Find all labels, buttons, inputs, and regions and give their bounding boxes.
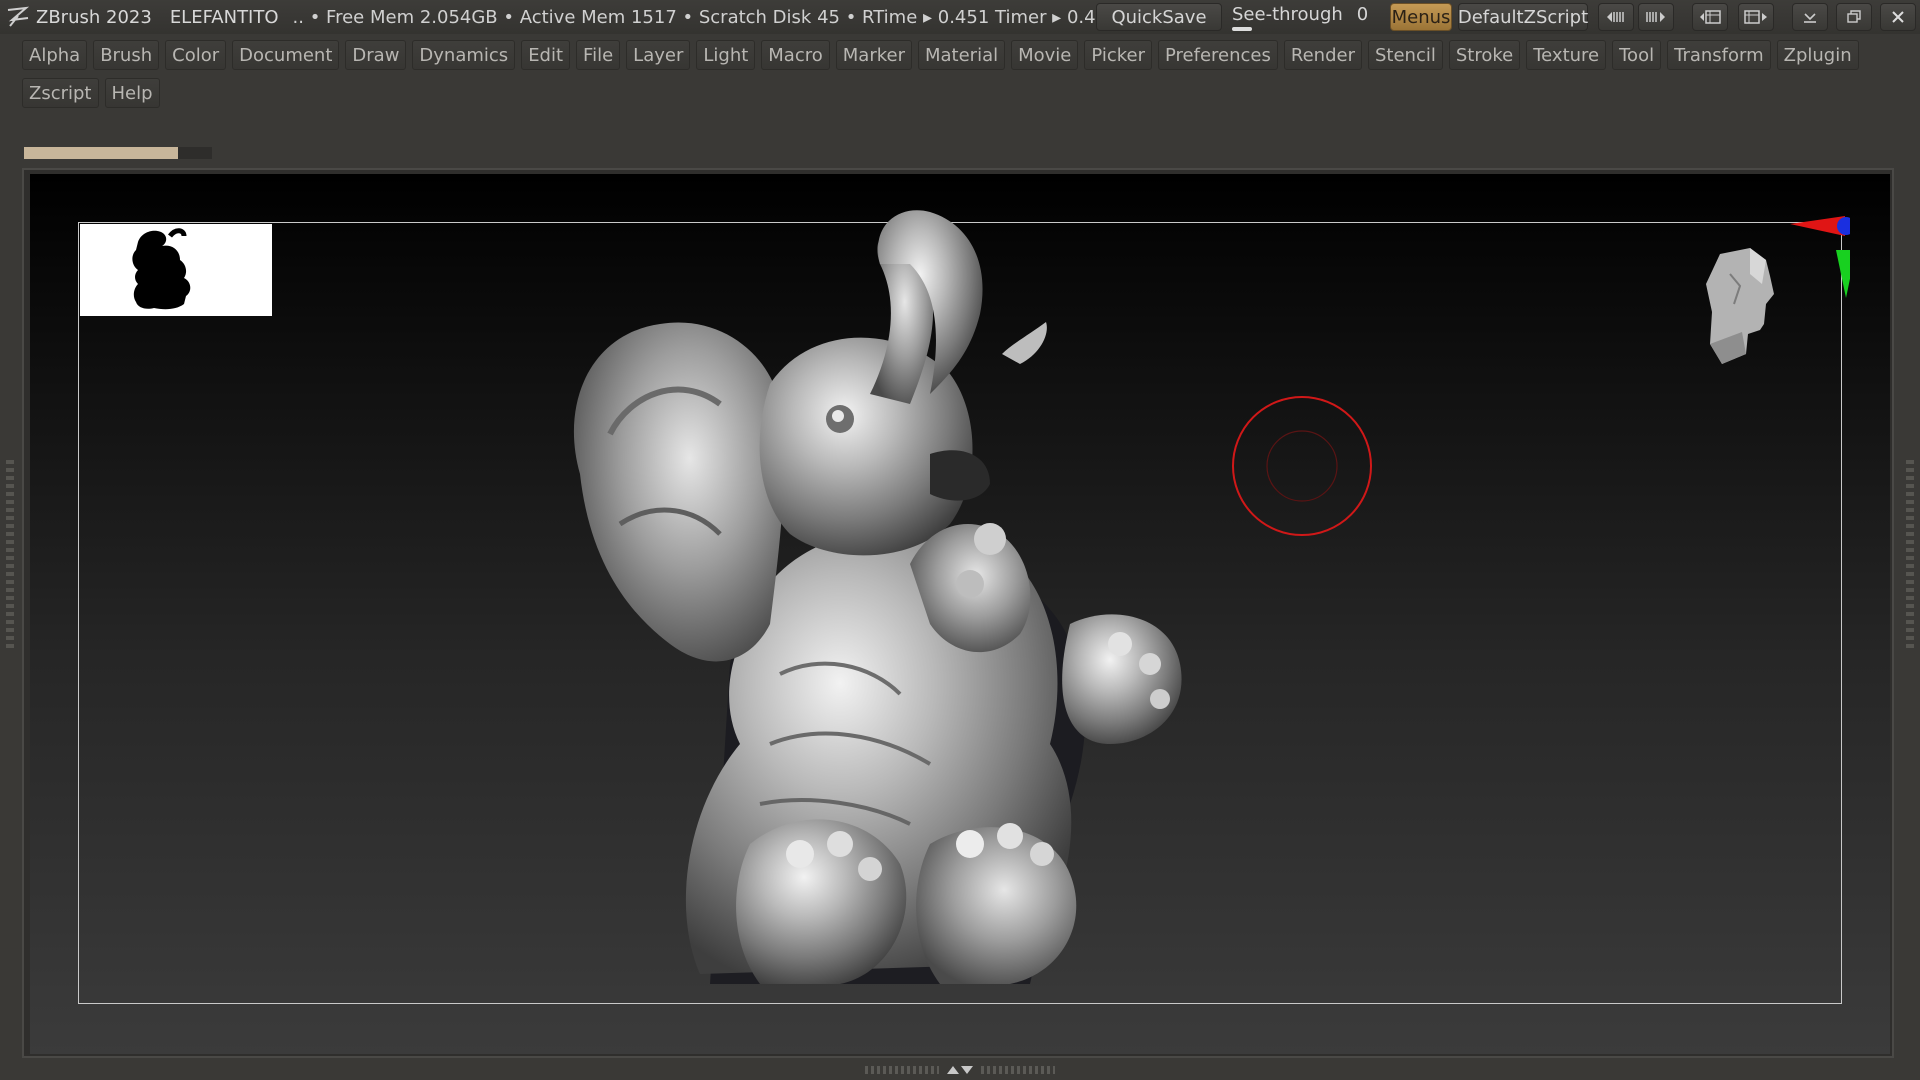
- menu-zscript[interactable]: Zscript: [22, 78, 99, 108]
- left-tray-handle[interactable]: [6, 460, 14, 650]
- scroll-left-icon[interactable]: [1598, 3, 1634, 31]
- layout-next-icon[interactable]: [1738, 3, 1774, 31]
- menu-picker[interactable]: Picker: [1084, 40, 1153, 70]
- project-name: ELEFANTITO: [169, 6, 279, 28]
- menu-stroke[interactable]: Stroke: [1448, 40, 1521, 70]
- minimize-icon[interactable]: [1792, 3, 1828, 31]
- menu-zplugin[interactable]: Zplugin: [1776, 40, 1859, 70]
- menu-material[interactable]: Material: [917, 40, 1006, 70]
- navigation-thumbnail[interactable]: [80, 224, 272, 316]
- quicksave-button[interactable]: QuickSave: [1096, 3, 1222, 31]
- menu-layer[interactable]: Layer: [626, 40, 691, 70]
- progress-bar: [24, 147, 212, 159]
- see-through-label: See-through: [1232, 3, 1343, 25]
- menu-light[interactable]: Light: [696, 40, 756, 70]
- close-icon[interactable]: [1880, 3, 1916, 31]
- menus-toggle-button[interactable]: Menus: [1390, 3, 1452, 31]
- menu-preferences[interactable]: Preferences: [1158, 40, 1278, 70]
- menu-document[interactable]: Document: [232, 40, 340, 70]
- navigation-gizmo[interactable]: [1670, 214, 1856, 414]
- menu-brush[interactable]: Brush: [93, 40, 160, 70]
- y-axis-arrow[interactable]: [1836, 250, 1856, 298]
- menu-macro[interactable]: Macro: [761, 40, 830, 70]
- menu-tool[interactable]: Tool: [1612, 40, 1662, 70]
- head-gizmo-icon[interactable]: [1706, 248, 1774, 364]
- app-title: ZBrush 2023: [36, 6, 152, 28]
- menu-movie[interactable]: Movie: [1011, 40, 1079, 70]
- x-axis-arrow[interactable]: [1790, 216, 1845, 236]
- tray-toggle-icon[interactable]: [945, 1064, 975, 1076]
- zbrush-logo-icon: [4, 4, 32, 30]
- see-through-track[interactable]: [1232, 26, 1252, 31]
- menu-file[interactable]: File: [576, 40, 621, 70]
- menu-transform[interactable]: Transform: [1667, 40, 1771, 70]
- elephant-silhouette-icon: [132, 228, 191, 310]
- see-through-value: 0: [1356, 3, 1369, 25]
- menu-render[interactable]: Render: [1283, 40, 1362, 70]
- menu-marker[interactable]: Marker: [835, 40, 912, 70]
- main-menu-bar: Alpha Brush Color Document Draw Dynamics Edit F…: [22, 40, 1902, 108]
- default-zscript-button[interactable]: DefaultZScript: [1458, 3, 1588, 31]
- viewport-canvas[interactable]: [30, 174, 1890, 1054]
- restore-icon[interactable]: [1836, 3, 1872, 31]
- brush-cursor: [1232, 396, 1372, 536]
- menu-texture[interactable]: Texture: [1526, 40, 1607, 70]
- right-tray-handle[interactable]: [1906, 460, 1914, 650]
- progress-fill: [24, 147, 179, 159]
- memory-stats: .. • Free Mem 2.054GB • Active Mem 1517 …: [292, 6, 1119, 28]
- menu-alpha[interactable]: Alpha: [22, 40, 88, 70]
- menu-stencil[interactable]: Stencil: [1367, 40, 1443, 70]
- bottom-tray-handle[interactable]: [864, 1064, 1056, 1076]
- menu-color[interactable]: Color: [165, 40, 227, 70]
- tray-grip-left: [865, 1066, 939, 1074]
- menu-help[interactable]: Help: [104, 78, 160, 108]
- tray-grip-right: [981, 1066, 1055, 1074]
- scroll-right-icon[interactable]: [1638, 3, 1674, 31]
- see-through-slider[interactable]: See-through 0: [1232, 2, 1372, 32]
- menu-draw[interactable]: Draw: [345, 40, 407, 70]
- menu-dynamics[interactable]: Dynamics: [412, 40, 516, 70]
- menu-edit[interactable]: Edit: [521, 40, 571, 70]
- layout-prev-icon[interactable]: [1692, 3, 1728, 31]
- elephant-model[interactable]: [550, 204, 1390, 1004]
